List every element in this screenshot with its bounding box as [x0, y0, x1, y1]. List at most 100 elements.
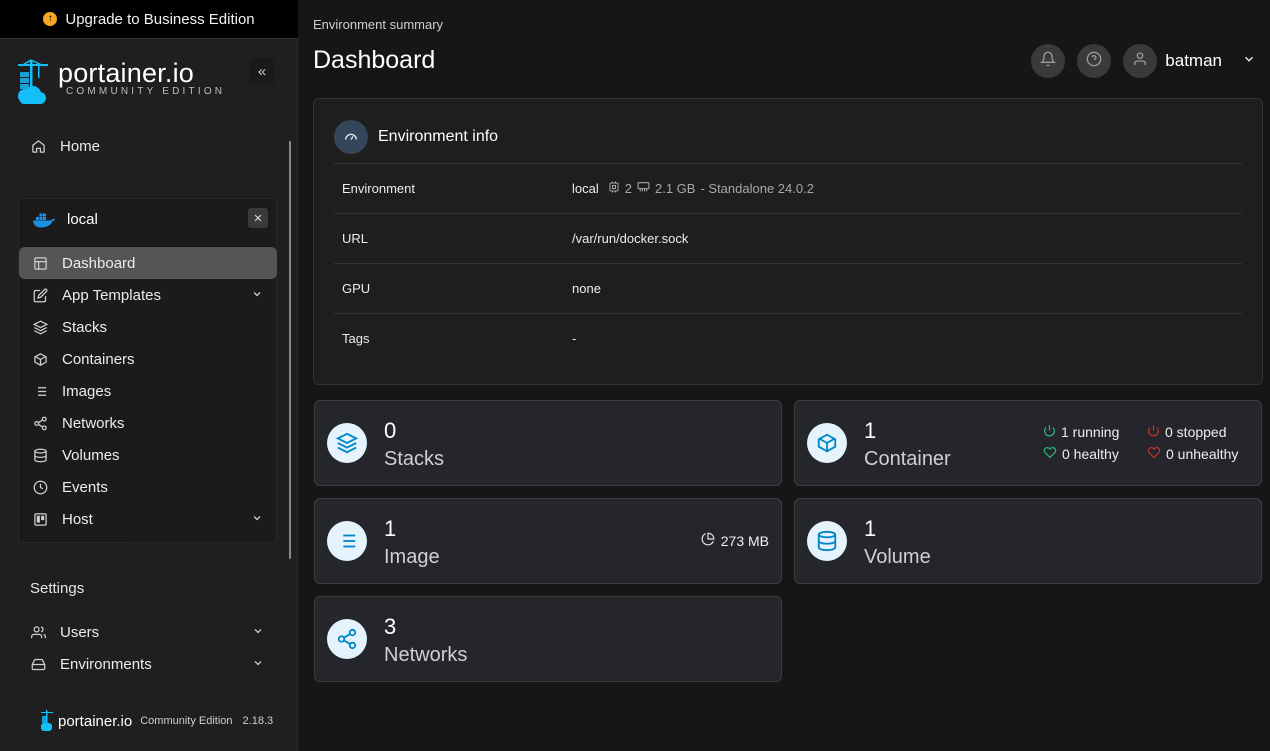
info-row-url: URL /var/run/docker.sock [334, 213, 1242, 263]
volumes-card[interactable]: 1 Volume [794, 498, 1262, 584]
user-avatar[interactable] [1123, 44, 1158, 78]
networks-card[interactable]: 3 Networks [314, 596, 782, 682]
stopped-stat: 0 stopped [1147, 424, 1227, 440]
sidebar-item-volumes[interactable]: Volumes [19, 439, 277, 471]
sidebar-item-containers[interactable]: Containers [19, 343, 277, 375]
sidebar-item-label: Home [60, 137, 101, 155]
power-icon [1043, 424, 1056, 440]
sidebar-item-stacks[interactable]: Stacks [19, 311, 277, 343]
info-row-gpu: GPU none [334, 263, 1242, 313]
gauge-icon [334, 120, 368, 154]
arrow-up-circle-icon: ↑ [43, 12, 58, 26]
containers-label: Container [864, 448, 951, 470]
environment-header: local [33, 211, 98, 228]
volumes-label: Volume [864, 546, 931, 568]
healthy-stat: 0 healthy [1043, 446, 1119, 462]
page-title: Dashboard [313, 46, 436, 74]
environment-info-header: Environment info [334, 120, 498, 154]
notifications-button[interactable] [1031, 44, 1066, 78]
sidebar-item-environments[interactable]: Environments [30, 648, 278, 680]
brand-name: portainer.io [58, 58, 194, 88]
chevron-down-icon[interactable] [251, 511, 263, 528]
environment-type: - Standalone 24.0.2 [700, 181, 814, 196]
environment-info-title: Environment info [378, 128, 499, 145]
user-name[interactable]: batman [1165, 51, 1222, 71]
share-icon [327, 619, 367, 659]
running-stat: 1 running [1043, 424, 1119, 440]
memory-icon [637, 181, 650, 196]
layers-icon [327, 423, 367, 463]
containers-card[interactable]: 1 Container 1 running 0 stopped 0 health… [794, 400, 1262, 486]
sidebar-item-label: Dashboard [62, 254, 136, 272]
sidebar-item-events[interactable]: Events [19, 471, 277, 503]
environment-section: local ✕ Dashboard App Templates Stacks C… [18, 198, 277, 543]
chevron-down-icon[interactable] [251, 287, 263, 304]
containers-count: 1 [864, 418, 877, 443]
sidebar-item-networks[interactable]: Networks [19, 407, 277, 439]
layout-icon [32, 255, 48, 271]
chevron-down-icon[interactable] [252, 656, 264, 673]
stacks-card[interactable]: 0 Stacks [314, 400, 782, 486]
main-content: Environment summary Dashboard batman Env… [299, 0, 1270, 751]
environment-value: local [572, 181, 599, 196]
sidebar-item-home[interactable]: Home [30, 130, 100, 162]
edit-icon [32, 287, 48, 303]
sidebar-item-label: Users [60, 623, 100, 641]
info-value: /var/run/docker.sock [572, 231, 689, 246]
database-icon [807, 521, 847, 561]
close-environment-button[interactable]: ✕ [248, 208, 268, 228]
stacks-label: Stacks [384, 448, 445, 470]
close-icon: ✕ [253, 212, 263, 225]
collapse-sidebar-button[interactable]: « [249, 58, 275, 84]
chevron-down-icon[interactable] [1242, 52, 1256, 71]
clock-icon [32, 479, 48, 495]
footer-brand: portainer.io [58, 712, 133, 730]
images-card[interactable]: 1 Image 273 MB [314, 498, 782, 584]
user-icon [1132, 51, 1148, 72]
unhealthy-stat: 0 unhealthy [1147, 446, 1238, 462]
heart-icon [1147, 446, 1161, 462]
sidebar-item-label: Stacks [62, 318, 108, 336]
sidebar-item-app-templates[interactable]: App Templates [19, 279, 277, 311]
box-icon [807, 423, 847, 463]
docker-icon [33, 213, 55, 227]
sidebar-scrollbar[interactable] [289, 141, 291, 559]
sidebar-item-label: Host [62, 510, 93, 528]
home-icon [30, 138, 46, 154]
help-button[interactable] [1077, 44, 1112, 78]
sidebar-item-label: Environments [60, 655, 152, 673]
sidebar-item-host[interactable]: Host [19, 503, 277, 535]
box-icon [32, 351, 48, 367]
settings-heading: Settings [30, 580, 85, 597]
images-label: Image [384, 546, 440, 568]
sidebar-item-label: Volumes [62, 446, 120, 464]
sidebar: ↑ Upgrade to Business Edition portainer.… [0, 0, 298, 751]
footer-edition: Community Edition [140, 715, 233, 727]
sidebar-item-users[interactable]: Users [30, 616, 278, 648]
list-icon [327, 521, 367, 561]
info-key: Tags [342, 331, 370, 346]
sidebar-footer: portainer.io Community Edition 2.18.3 [40, 710, 273, 732]
brand-logo[interactable]: portainer.io COMMUNITY EDITION [16, 58, 225, 106]
sidebar-item-dashboard[interactable]: Dashboard [19, 247, 277, 279]
images-count: 1 [384, 516, 397, 541]
upgrade-button[interactable]: ↑ Upgrade to Business Edition [0, 0, 298, 39]
header-actions: batman [1031, 44, 1256, 78]
sidebar-item-images[interactable]: Images [19, 375, 277, 407]
info-value: none [572, 281, 601, 296]
environment-name: local [67, 211, 98, 228]
memory-size: 2.1 GB [654, 181, 696, 196]
sidebar-item-label: Networks [62, 414, 125, 432]
chevron-down-icon[interactable] [252, 624, 264, 641]
hard-drive-icon [30, 656, 46, 672]
trello-icon [32, 511, 48, 527]
footer-version: 2.18.3 [242, 715, 274, 727]
cpu-count: 2 [624, 181, 632, 196]
sidebar-item-label: Events [62, 478, 108, 496]
sidebar-item-label: App Templates [62, 286, 161, 304]
list-icon [32, 383, 48, 399]
info-key: Environment [342, 181, 415, 196]
power-icon [1147, 424, 1160, 440]
pie-chart-icon [701, 532, 715, 549]
environment-info-panel: Environment info Environment local 2 2.1… [313, 98, 1263, 385]
